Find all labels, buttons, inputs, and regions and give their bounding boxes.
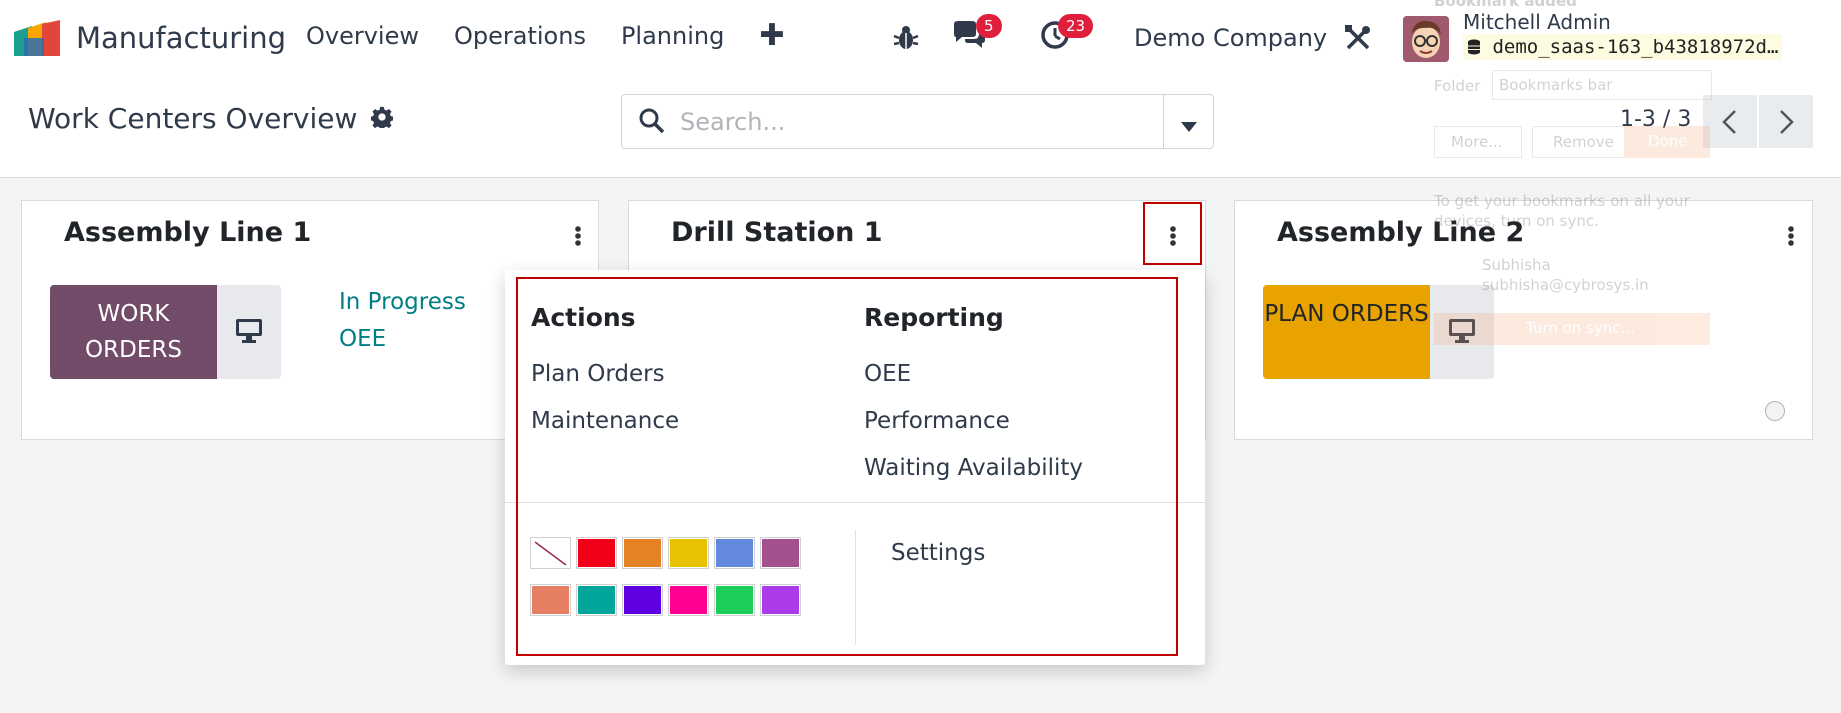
activities-count-badge: 23	[1058, 14, 1094, 38]
control-panel: Work Centers Overview 1-3 / 3	[0, 76, 1841, 178]
in-progress-link[interactable]: In Progress	[339, 289, 466, 315]
app-name: Manufacturing	[76, 21, 286, 55]
card-menu-button[interactable]	[1779, 219, 1803, 255]
pager-next-button[interactable]	[1759, 95, 1813, 148]
highlight-dropdown	[516, 277, 1178, 656]
company-switcher[interactable]: Demo Company	[1134, 18, 1327, 58]
debug-bug-icon[interactable]	[893, 18, 919, 58]
main-menu: Overview Operations Planning ✚	[306, 21, 784, 51]
search-options-toggle[interactable]	[1163, 95, 1213, 148]
top-navbar: Manufacturing Overview Operations Planni…	[0, 0, 1841, 76]
pager-value[interactable]: 1-3 / 3	[1620, 107, 1691, 132]
kebab-menu-icon	[566, 226, 590, 259]
menu-planning[interactable]: Planning	[621, 22, 724, 50]
database-name: demo_saas-163_b43818972d…	[1463, 34, 1783, 60]
database-icon	[1467, 36, 1492, 58]
shop-floor-button[interactable]	[1430, 285, 1494, 379]
status-indicator-circle[interactable]	[1765, 401, 1785, 421]
card-title: Assembly Line 1	[64, 217, 312, 248]
search-input[interactable]	[680, 105, 1120, 139]
manufacturing-logo-icon	[14, 20, 62, 56]
shop-floor-button[interactable]	[217, 285, 281, 379]
menu-operations[interactable]: Operations	[454, 22, 586, 50]
monitor-icon	[235, 318, 263, 348]
activities-button[interactable]: 23	[1040, 14, 1094, 58]
search-icon	[638, 107, 666, 139]
messages-button[interactable]: 5	[952, 14, 1002, 58]
workcenter-card-assembly-line-2: Assembly Line 2 PLAN ORDERS	[1234, 200, 1813, 440]
search-bar	[621, 94, 1214, 149]
highlight-card-menu-button	[1143, 202, 1202, 265]
app-brand[interactable]: Manufacturing	[14, 20, 286, 56]
work-orders-button[interactable]: WORK ORDERS	[50, 285, 217, 379]
page-title: Work Centers Overview	[28, 102, 395, 135]
chevron-right-icon	[1779, 109, 1795, 139]
pager-previous-button[interactable]	[1703, 95, 1757, 148]
oee-link[interactable]: OEE	[339, 326, 386, 352]
gear-icon[interactable]	[370, 102, 395, 135]
caret-down-icon	[1181, 117, 1197, 136]
card-title: Assembly Line 2	[1277, 217, 1525, 248]
tools-icon[interactable]	[1344, 18, 1372, 58]
card-menu-button[interactable]	[566, 219, 590, 255]
messages-count-badge: 5	[976, 14, 1002, 38]
card-title: Drill Station 1	[671, 217, 883, 248]
user-avatar[interactable]	[1403, 16, 1449, 62]
plan-orders-button[interactable]: PLAN ORDERS	[1263, 285, 1430, 379]
chevron-left-icon	[1721, 109, 1737, 139]
user-name[interactable]: Mitchell Admin	[1463, 10, 1611, 34]
menu-more-plus-icon[interactable]: ✚	[759, 21, 784, 51]
menu-overview[interactable]: Overview	[306, 22, 419, 50]
database-name-text: demo_saas-163_b43818972d…	[1492, 36, 1779, 58]
monitor-icon	[1448, 318, 1476, 348]
page-title-text: Work Centers Overview	[28, 102, 358, 135]
kebab-menu-icon	[1779, 226, 1803, 259]
